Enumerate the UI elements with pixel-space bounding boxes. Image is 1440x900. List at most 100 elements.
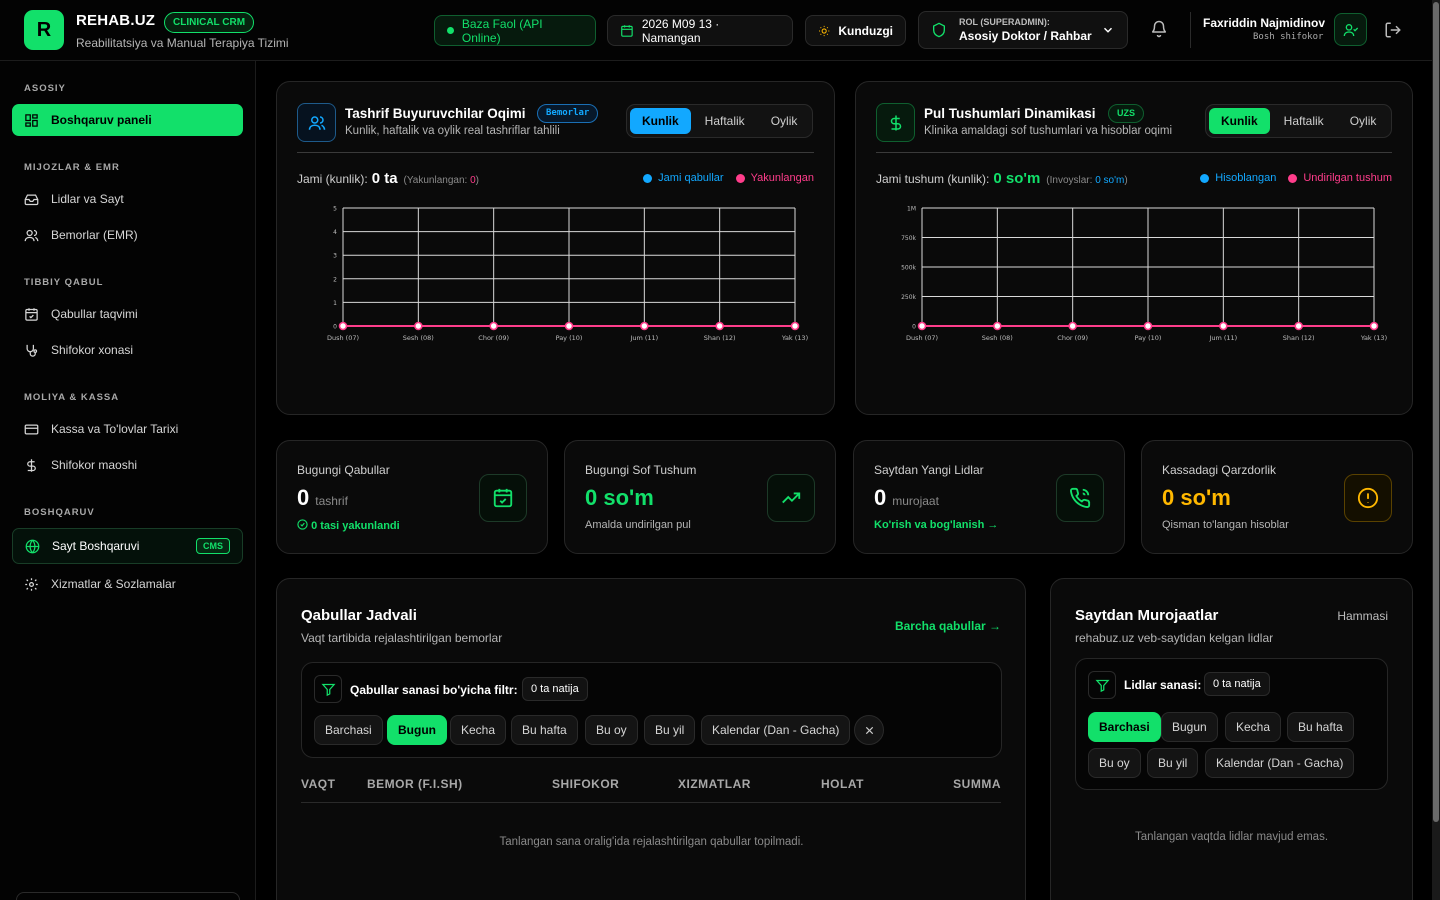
sidebar-item-settings[interactable]: Xizmatlar & Sozlamalar: [12, 568, 243, 600]
sidebar-item-patients[interactable]: Bemorlar (EMR): [12, 219, 243, 251]
empty-state-text: Tanlangan sana oralig'ida rejalashtirilg…: [499, 836, 804, 848]
page-scrollbar[interactable]: [1432, 0, 1440, 900]
clear-filter-button[interactable]: [854, 715, 884, 745]
sidebar-item-label: Qabullar taqvimi: [51, 307, 138, 321]
legend-item[interactable]: Yakunlangan: [735, 172, 814, 184]
chevron-down-icon: [1103, 27, 1113, 33]
date-location-text: 2026 M09 13 · Namangan: [641, 16, 720, 45]
legend-item[interactable]: Undirilgan tushum: [1288, 172, 1392, 184]
column-header[interactable]: VAQT: [301, 777, 335, 791]
x-tick-label: Jum (11): [1208, 334, 1237, 342]
shield-icon: [933, 22, 945, 38]
tab-weekly[interactable]: Haftalik: [1272, 108, 1336, 134]
chip-yesterday[interactable]: Kecha: [450, 715, 507, 745]
column-header[interactable]: BEMOR (F.I.SH): [367, 777, 463, 791]
column-header[interactable]: XIZMATLAR: [678, 777, 751, 791]
sidebar-item-leads[interactable]: Lidlar va Sayt: [12, 183, 243, 215]
date-location-pill[interactable]: 2026 M09 13 · Namangan: [607, 15, 793, 46]
column-header[interactable]: HOLAT: [821, 777, 864, 791]
app-logo[interactable]: R: [24, 10, 64, 50]
sidebar-section-title: ASOSIY: [24, 83, 66, 94]
scrollbar-thumb[interactable]: [1433, 2, 1439, 822]
kpi-value: 0 murojaat: [874, 485, 939, 510]
column-header[interactable]: SUMMA: [953, 777, 1001, 791]
sidebar-item-calendar[interactable]: Qabullar taqvimi: [12, 298, 243, 330]
card-subtitle: Kunlik, haftalik va oylik real tashrifla…: [345, 125, 560, 137]
sidebar-item-dashboard[interactable]: Boshqaruv paneli: [12, 104, 243, 136]
chip-today[interactable]: Bugun: [1161, 712, 1218, 742]
tab-weekly[interactable]: Haftalik: [693, 108, 757, 134]
sidebar-item-site-management[interactable]: Sayt Boshqaruvi CMS: [12, 528, 243, 564]
chip-this-week[interactable]: Bu hafta: [511, 715, 578, 745]
logout-icon[interactable]: [1384, 21, 1402, 39]
legend-item[interactable]: Jami qabullar: [643, 172, 724, 184]
kpi-debt[interactable]: Kassadagi Qarzdorlik 0 so'm Qisman to'la…: [1141, 440, 1413, 554]
tab-monthly[interactable]: Oylik: [759, 108, 810, 134]
tab-daily[interactable]: Kunlik: [1209, 108, 1270, 134]
income-chart-card: Pul Tushumlari Dinamikasi UZS Klinika am…: [855, 81, 1413, 415]
tab-monthly[interactable]: Oylik: [1338, 108, 1389, 134]
chip-this-week[interactable]: Bu hafta: [1287, 712, 1354, 742]
all-appointments-link[interactable]: Barcha qabullar →: [895, 619, 1001, 633]
visitors-chart-card: Tashrif Buyuruvchilar Oqimi Bemorlar Kun…: [276, 81, 835, 415]
stat-summary: Jami (kunlik): 0 ta (Yakunlangan: 0): [297, 170, 479, 187]
leads-filter-panel: Lidlar sanasi: 0 ta natija Barchasi Bugu…: [1075, 658, 1388, 790]
kpi-today-income[interactable]: Bugungi Sof Tushum 0 so'm Amalda undiril…: [564, 440, 836, 554]
chip-all[interactable]: Barchasi: [1088, 712, 1161, 742]
chip-this-month[interactable]: Bu oy: [1088, 748, 1141, 778]
chip-this-year[interactable]: Bu yil: [1147, 748, 1199, 778]
sidebar-item-cashbox[interactable]: Kassa va To'lovlar Tarixi: [12, 413, 243, 445]
chip-calendar-range[interactable]: Kalendar (Dan - Gacha): [1205, 748, 1355, 778]
view-leads-link[interactable]: Ko'rish va bog'lanish →: [874, 519, 998, 531]
kpi-title: Bugungi Sof Tushum: [585, 463, 697, 477]
table-header: VAQT BEMOR (F.I.SH) SHIFOKOR XIZMATLAR H…: [301, 775, 1001, 803]
all-leads-link[interactable]: Hammasi: [1337, 609, 1388, 623]
kpi-today-appointments[interactable]: Bugungi Qabullar 0 tashrif 0 tasi yakunla…: [276, 440, 548, 554]
sidebar-item-salary[interactable]: Shifokor maoshi: [12, 449, 243, 481]
kpi-new-leads[interactable]: Saytdan Yangi Lidlar 0 murojaat Ko'rish v…: [853, 440, 1125, 554]
theme-toggle-button[interactable]: Kunduzgi: [805, 15, 906, 46]
result-count-badge: 0 ta natija: [522, 677, 588, 701]
dollar-icon: [27, 458, 36, 472]
chip-yesterday[interactable]: Kecha: [1225, 712, 1282, 742]
data-point: [993, 321, 1002, 331]
divider: [297, 152, 814, 153]
chip-this-month[interactable]: Bu oy: [585, 715, 638, 745]
api-status-pill[interactable]: Baza Faol (API Online): [434, 15, 596, 46]
column-header[interactable]: SHIFOKOR: [552, 777, 619, 791]
x-tick-label: Dush (07): [906, 334, 938, 342]
chip-calendar-range[interactable]: Kalendar (Dan - Gacha): [701, 715, 851, 745]
role-selector[interactable]: ROL (SUPERADMIN): Asosiy Doktor / Rahbar: [918, 11, 1128, 49]
x-tick-label: Dush (07): [327, 334, 359, 342]
chip-all[interactable]: Barchasi: [314, 715, 383, 745]
legend-item[interactable]: Hisoblangan: [1200, 172, 1276, 184]
data-point: [640, 321, 649, 331]
x-tick-label: Pay (10): [556, 334, 583, 342]
legend-dot-icon: [643, 173, 653, 183]
filter-label: Qabullar sanasi bo'yicha filtr:: [350, 683, 518, 697]
chip-this-year[interactable]: Bu yil: [644, 715, 696, 745]
chip-today[interactable]: Bugun: [387, 715, 447, 745]
sidebar-item-label: Lidlar va Sayt: [51, 192, 124, 206]
legend-dot-icon: [1200, 173, 1210, 183]
card-title: Saytdan Murojaatlar: [1075, 607, 1219, 624]
result-count-badge: 0 ta natija: [1204, 672, 1270, 696]
avatar[interactable]: [1334, 13, 1367, 46]
sidebar-item-doctor-room[interactable]: Shifokor xonasi: [12, 334, 243, 366]
x-tick-label: Shan (12): [1283, 334, 1315, 342]
users-icon: [24, 229, 39, 241]
stethoscope-icon: [26, 344, 38, 357]
x-tick-label: Yak (13): [1360, 334, 1387, 342]
bell-icon[interactable]: [1150, 20, 1168, 38]
tab-daily[interactable]: Kunlik: [630, 108, 691, 134]
kpi-title: Saytdan Yangi Lidlar: [874, 463, 984, 477]
data-point: [414, 321, 423, 331]
stat-note-close: ): [1124, 175, 1128, 186]
filter-label: Lidlar sanasi:: [1124, 678, 1202, 692]
sidebar-item-label: Shifokor maoshi: [51, 458, 138, 472]
calendar-icon: [25, 307, 38, 321]
close-icon: [865, 726, 873, 734]
sidebar-item-label: Xizmatlar & Sozlamalar: [51, 577, 176, 591]
stat-summary: Jami tushum (kunlik): 0 so'm (Invoyslar: 0…: [876, 170, 1128, 187]
data-point: [1219, 321, 1228, 331]
